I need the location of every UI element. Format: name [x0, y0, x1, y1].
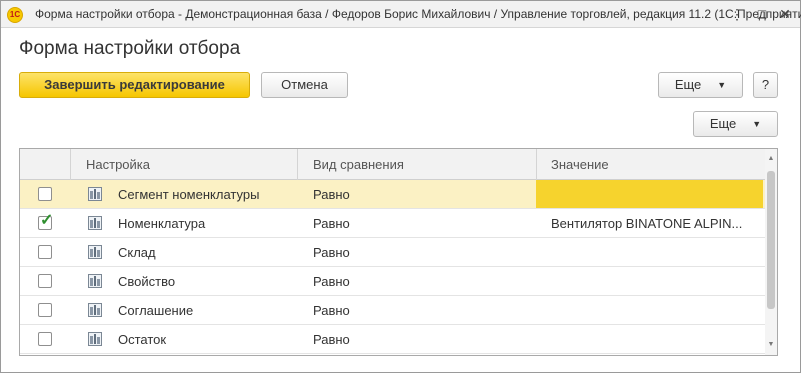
column-separator	[297, 149, 298, 180]
scroll-down-icon[interactable]: ▼	[767, 341, 775, 349]
row-setting-name: Свойство	[118, 274, 176, 289]
cancel-button[interactable]: Отмена	[261, 72, 348, 98]
column-header-comparison[interactable]: Вид сравнения	[313, 157, 404, 172]
row-checkbox[interactable]	[38, 274, 52, 288]
column-separator	[536, 149, 537, 180]
row-setting-name: Остаток	[118, 332, 167, 347]
more-button[interactable]: Еще ▼	[658, 72, 743, 98]
row-checkbox[interactable]	[38, 187, 52, 201]
row-value[interactable]: Вентилятор BINATONE ALPIN...	[551, 216, 751, 231]
row-checkbox[interactable]: ✓	[38, 212, 53, 230]
column-header-value[interactable]: Значение	[551, 157, 609, 172]
chevron-down-icon: ▼	[717, 80, 727, 90]
row-comparison[interactable]: Равно	[313, 245, 350, 260]
table-header: Настройка Вид сравнения Значение	[20, 149, 765, 180]
finish-editing-button[interactable]: Завершить редактирование	[19, 72, 250, 98]
row-setting-name: Склад	[118, 245, 156, 260]
field-icon	[88, 245, 102, 259]
close-icon[interactable]: ✕	[775, 4, 795, 24]
checkmark-icon: ✓	[40, 212, 54, 229]
title-bar: 1С Форма настройки отбора - Демонстрацио…	[1, 1, 801, 28]
app-logo: 1С	[7, 7, 23, 23]
finish-editing-label: Завершить редактирование	[44, 77, 225, 92]
field-icon	[88, 332, 102, 346]
row-setting-name: Сегмент номенклатуры	[118, 187, 260, 202]
field-icon	[88, 216, 102, 230]
row-comparison[interactable]: Равно	[313, 216, 350, 231]
window-title: Форма настройки отбора - Демонстрационна…	[35, 7, 801, 21]
help-button[interactable]: ?	[753, 72, 778, 98]
row-setting-name: Номенклатура	[118, 216, 206, 231]
field-icon	[88, 187, 102, 201]
row-checkbox[interactable]	[38, 245, 52, 259]
table-row[interactable]: Остаток Равно	[20, 325, 765, 354]
field-icon	[88, 303, 102, 317]
scroll-up-icon[interactable]: ▲	[767, 155, 775, 163]
table-row[interactable]: Соглашение Равно	[20, 296, 765, 325]
grid-more-button[interactable]: Еще ▼	[693, 111, 778, 137]
row-comparison[interactable]: Равно	[313, 303, 350, 318]
scroll-thumb[interactable]	[767, 171, 775, 309]
table-row[interactable]: ✓ Номенклатура Равно Вентилятор BINATONE AL…	[20, 209, 765, 238]
value-cell-highlight[interactable]	[536, 180, 763, 208]
row-checkbox[interactable]	[38, 332, 52, 346]
column-header-setting[interactable]: Настройка	[86, 157, 150, 172]
cancel-label: Отмена	[281, 77, 328, 92]
table-row[interactable]: Свойство Равно	[20, 267, 765, 296]
vertical-scrollbar[interactable]: ▲ ▼	[765, 149, 777, 355]
row-comparison[interactable]: Равно	[313, 274, 350, 289]
filter-settings-table: Настройка Вид сравнения Значение Сегмент…	[19, 148, 778, 356]
column-separator	[70, 149, 71, 180]
help-label: ?	[761, 77, 770, 92]
form-title: Форма настройки отбора	[19, 38, 241, 59]
field-icon	[88, 274, 102, 288]
table-row[interactable]: Склад Равно	[20, 238, 765, 267]
grid-more-label: Еще	[709, 116, 737, 131]
row-comparison[interactable]: Равно	[313, 187, 350, 202]
table-row[interactable]: Сегмент номенклатуры Равно	[20, 180, 765, 209]
more-label: Еще	[674, 77, 702, 92]
row-comparison[interactable]: Равно	[313, 332, 350, 347]
settings-window: 1С Форма настройки отбора - Демонстрацио…	[0, 0, 801, 373]
row-checkbox[interactable]	[38, 303, 52, 317]
chevron-down-icon: ▼	[752, 119, 762, 129]
maximize-icon[interactable]: □	[752, 4, 772, 24]
menu-icon[interactable]: ⋮	[727, 4, 747, 24]
row-setting-name: Соглашение	[118, 303, 194, 318]
